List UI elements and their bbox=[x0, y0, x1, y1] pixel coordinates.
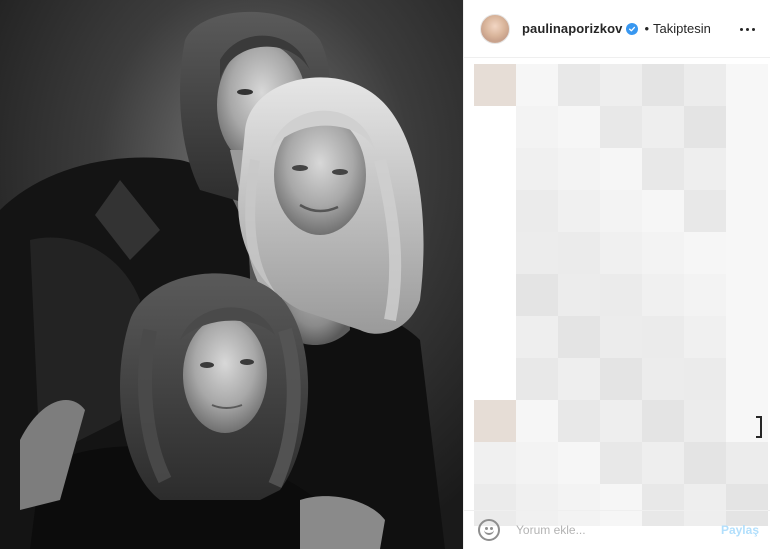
header-separator: • bbox=[644, 21, 650, 36]
mosaic-cell bbox=[726, 106, 768, 148]
mosaic-cell bbox=[642, 106, 684, 148]
mosaic-cell bbox=[642, 442, 684, 484]
mosaic-cell bbox=[684, 274, 726, 316]
follow-status-button[interactable]: Takiptesin bbox=[653, 21, 711, 36]
mosaic-cell bbox=[474, 442, 516, 484]
mosaic-cell bbox=[516, 106, 558, 148]
mosaic-cell bbox=[516, 148, 558, 190]
mosaic-cell bbox=[684, 316, 726, 358]
mosaic-cell bbox=[474, 274, 516, 316]
post-photo[interactable] bbox=[0, 0, 463, 549]
mosaic-cell bbox=[600, 316, 642, 358]
mosaic-cell bbox=[726, 64, 768, 106]
mosaic-cell bbox=[684, 232, 726, 274]
mosaic-cell bbox=[642, 274, 684, 316]
mosaic-cell bbox=[726, 190, 768, 232]
username-link[interactable]: paulinaporizkov bbox=[522, 21, 622, 36]
mosaic-cell bbox=[726, 232, 768, 274]
mosaic-cell bbox=[558, 64, 600, 106]
mosaic-cell bbox=[516, 274, 558, 316]
mosaic-cell bbox=[474, 190, 516, 232]
mosaic-cell bbox=[726, 316, 768, 358]
mosaic-cell bbox=[642, 316, 684, 358]
mosaic-cell bbox=[726, 274, 768, 316]
mosaic-cell bbox=[684, 442, 726, 484]
emoji-icon[interactable] bbox=[478, 519, 500, 541]
mosaic-cell bbox=[600, 442, 642, 484]
mosaic-cell bbox=[600, 64, 642, 106]
mosaic-cell bbox=[684, 148, 726, 190]
mosaic-cell bbox=[474, 232, 516, 274]
verified-badge-icon bbox=[626, 22, 639, 35]
mosaic-cell bbox=[642, 232, 684, 274]
post-header: paulinaporizkov • Takiptesin bbox=[464, 0, 770, 58]
mosaic-cell bbox=[600, 232, 642, 274]
mosaic-cell bbox=[558, 358, 600, 400]
more-options-icon[interactable] bbox=[735, 19, 759, 39]
post-side-panel: paulinaporizkov • Takiptesin Paylaş bbox=[463, 0, 770, 549]
mosaic-cell bbox=[474, 106, 516, 148]
mosaic-cell bbox=[684, 358, 726, 400]
mosaic-cell bbox=[516, 358, 558, 400]
mosaic-cell bbox=[600, 274, 642, 316]
mosaic-cell bbox=[600, 106, 642, 148]
mosaic-cell bbox=[558, 400, 600, 442]
mosaic-cell bbox=[726, 442, 768, 484]
mosaic-cell bbox=[474, 316, 516, 358]
share-button[interactable]: Paylaş bbox=[721, 523, 759, 537]
mosaic-cell bbox=[558, 442, 600, 484]
mosaic-cell bbox=[726, 148, 768, 190]
mosaic-cell bbox=[600, 148, 642, 190]
mosaic-cell bbox=[474, 148, 516, 190]
mosaic-cell bbox=[516, 316, 558, 358]
mosaic-cell bbox=[474, 358, 516, 400]
mosaic-cell bbox=[474, 64, 516, 106]
mosaic-cell bbox=[558, 148, 600, 190]
scroll-cursor-icon bbox=[756, 416, 762, 438]
mosaic-cell bbox=[558, 106, 600, 148]
mosaic-cell bbox=[642, 190, 684, 232]
mosaic-cell bbox=[642, 358, 684, 400]
mosaic-cell bbox=[558, 274, 600, 316]
mosaic-cell bbox=[558, 232, 600, 274]
mosaic-cell bbox=[600, 400, 642, 442]
mosaic-cell bbox=[642, 400, 684, 442]
mosaic-cell bbox=[642, 148, 684, 190]
mosaic-cell bbox=[600, 190, 642, 232]
mosaic-cell bbox=[684, 106, 726, 148]
mosaic-cell bbox=[600, 358, 642, 400]
mosaic-cell bbox=[558, 316, 600, 358]
mosaic-cell bbox=[558, 190, 600, 232]
portrait-illustration bbox=[0, 0, 463, 549]
mosaic-cell bbox=[474, 400, 516, 442]
mosaic-cell bbox=[516, 442, 558, 484]
pixelated-comments-region bbox=[474, 64, 768, 526]
mosaic-cell bbox=[516, 232, 558, 274]
mosaic-cell bbox=[684, 400, 726, 442]
comment-input[interactable] bbox=[516, 523, 696, 537]
mosaic-cell bbox=[684, 64, 726, 106]
mosaic-cell bbox=[516, 400, 558, 442]
mosaic-cell bbox=[684, 190, 726, 232]
mosaic-cell bbox=[516, 190, 558, 232]
profile-avatar[interactable] bbox=[480, 13, 510, 44]
mosaic-cell bbox=[516, 64, 558, 106]
comment-bar: Paylaş bbox=[464, 510, 770, 549]
mosaic-cell bbox=[642, 64, 684, 106]
mosaic-cell bbox=[726, 358, 768, 400]
instagram-post: paulinaporizkov • Takiptesin Paylaş bbox=[0, 0, 770, 549]
